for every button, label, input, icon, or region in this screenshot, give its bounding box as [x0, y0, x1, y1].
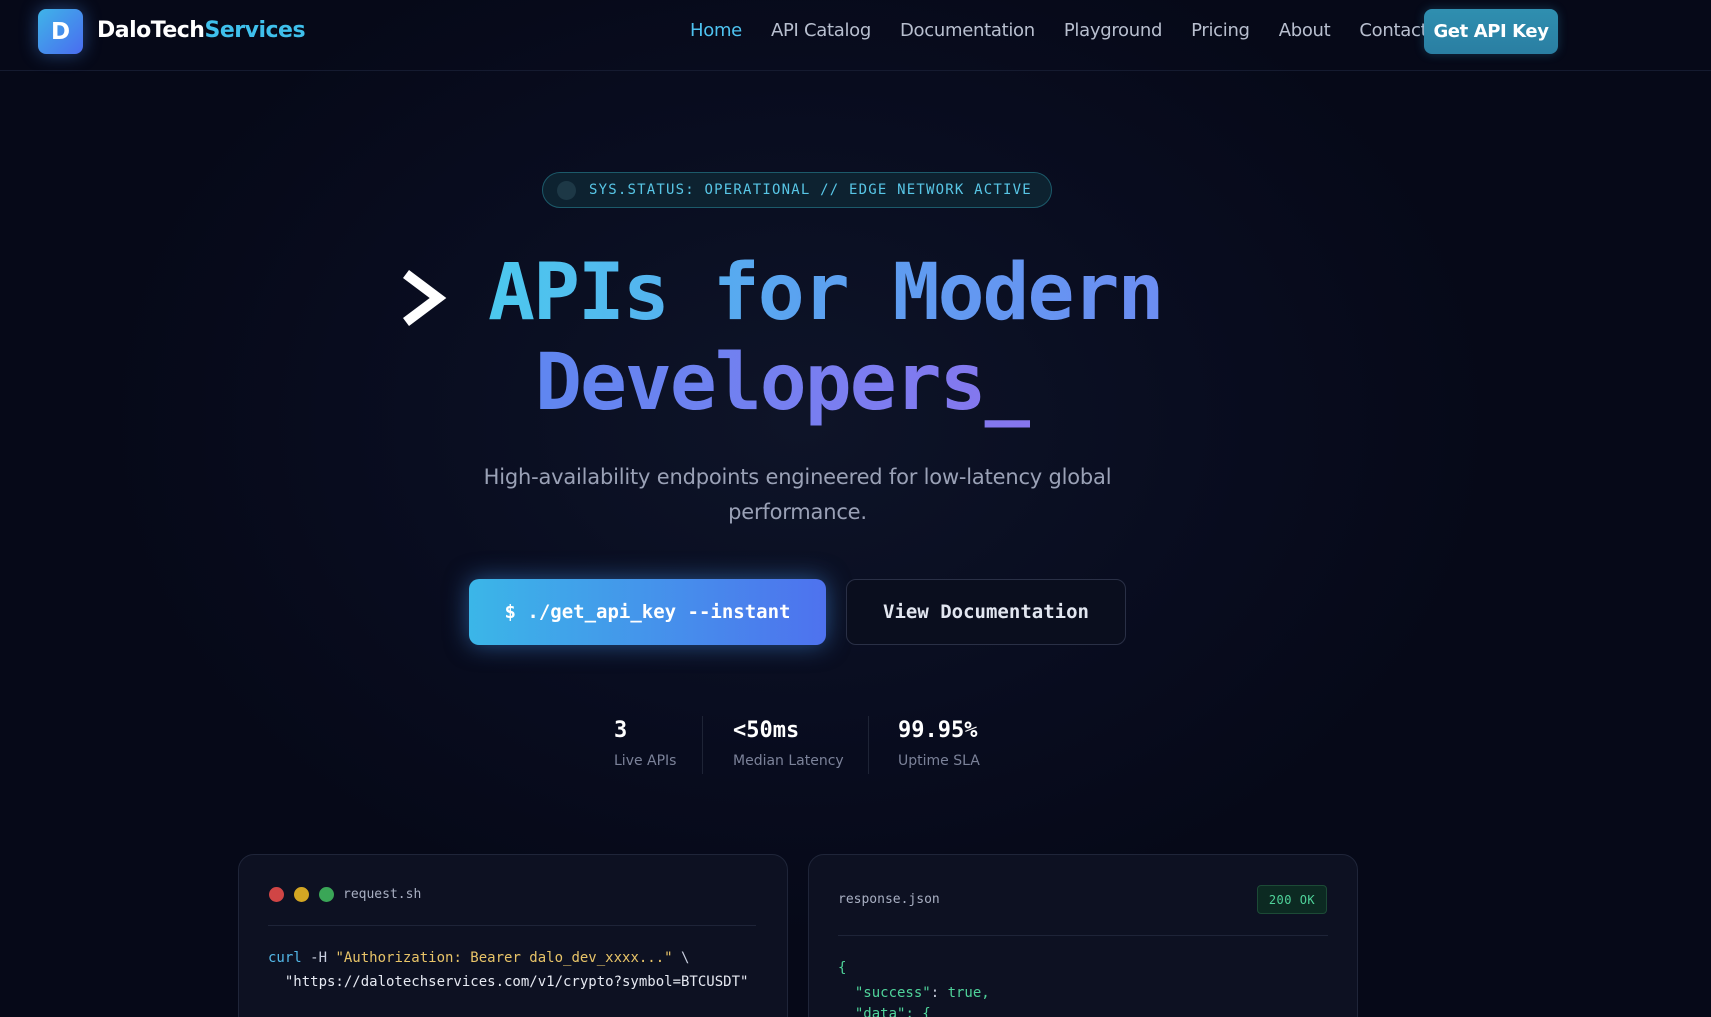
stat-label: Median Latency — [733, 753, 844, 769]
nav-link-api-catalog[interactable]: API Catalog — [771, 20, 871, 41]
code-command: curl — [268, 950, 302, 966]
nav-link-home[interactable]: Home — [690, 20, 742, 41]
response-code-line-3: "data": { — [838, 1002, 931, 1017]
json-value: true, — [947, 985, 990, 1001]
card-divider — [268, 925, 756, 926]
hero-title-line-2: Developers_ — [535, 338, 1032, 428]
view-documentation-button[interactable]: View Documentation — [846, 579, 1126, 645]
status-200-badge: 200 OK — [1257, 885, 1327, 914]
nav-link-documentation[interactable]: Documentation — [900, 20, 1035, 41]
json-separator: : — [930, 985, 948, 1001]
json-key: "success" — [838, 985, 931, 1001]
stat-median-latency: <50ms Median Latency — [733, 718, 844, 769]
request-code-line-2: "https://dalotechservices.com/v1/crypto?… — [268, 974, 749, 990]
card-divider — [838, 935, 1328, 936]
nav-links: Home API Catalog Documentation Playgroun… — [690, 20, 1456, 41]
stat-label: Uptime SLA — [898, 753, 980, 769]
code-header: "Authorization: Bearer dalo_dev_xxxx..." — [335, 950, 673, 966]
request-code-line-1: curl -H "Authorization: Bearer dalo_dev_… — [268, 946, 689, 970]
chevron-right-icon — [403, 270, 447, 326]
code-flag: -H — [301, 950, 336, 966]
stat-value: <50ms — [733, 718, 800, 743]
status-text: SYS.STATUS: OPERATIONAL // EDGE NETWORK … — [589, 182, 1032, 198]
code-continuation: \ — [672, 950, 690, 966]
nav-link-pricing[interactable]: Pricing — [1191, 20, 1250, 41]
hero-title-line-1: APIs for Modern — [488, 248, 1164, 338]
nav-link-contact[interactable]: Contact — [1359, 20, 1427, 41]
window-maximize-dot-icon — [319, 887, 334, 902]
stat-live-apis: 3 Live APIs — [614, 718, 676, 769]
response-filename: response.json — [838, 892, 940, 907]
brand-part-2: Services — [204, 18, 306, 43]
stat-value: 3 — [614, 718, 628, 743]
get-api-key-instant-button[interactable]: $ ./get_api_key --instant — [469, 579, 826, 645]
brand-name[interactable]: DaloTechServices — [97, 18, 306, 43]
logo-letter: D — [50, 18, 71, 45]
request-filename: request.sh — [343, 887, 422, 902]
stat-divider — [702, 716, 703, 774]
hero-subtitle: High-availability endpoints engineered f… — [483, 465, 1112, 524]
logo-icon[interactable]: D — [38, 9, 83, 54]
stat-divider — [868, 716, 869, 774]
json-rest: : { — [905, 1006, 931, 1017]
window-minimize-dot-icon — [294, 887, 309, 902]
status-badge: SYS.STATUS: OPERATIONAL // EDGE NETWORK … — [542, 172, 1052, 208]
nav-link-playground[interactable]: Playground — [1064, 20, 1163, 41]
response-code-line-1: { — [838, 960, 847, 976]
window-close-dot-icon — [269, 887, 284, 902]
top-nav: D DaloTechServices Home API Catalog Docu… — [0, 0, 1711, 71]
nav-link-about[interactable]: About — [1279, 20, 1331, 41]
stat-label: Live APIs — [614, 753, 677, 769]
json-key: "data" — [838, 1006, 906, 1017]
stat-uptime-sla: 99.95% Uptime SLA — [898, 718, 980, 769]
brand-part-1: DaloTech — [97, 18, 205, 43]
get-api-key-button[interactable]: Get API Key — [1424, 9, 1558, 54]
stat-value: 99.95% — [898, 718, 978, 743]
status-dot-icon — [557, 180, 576, 200]
